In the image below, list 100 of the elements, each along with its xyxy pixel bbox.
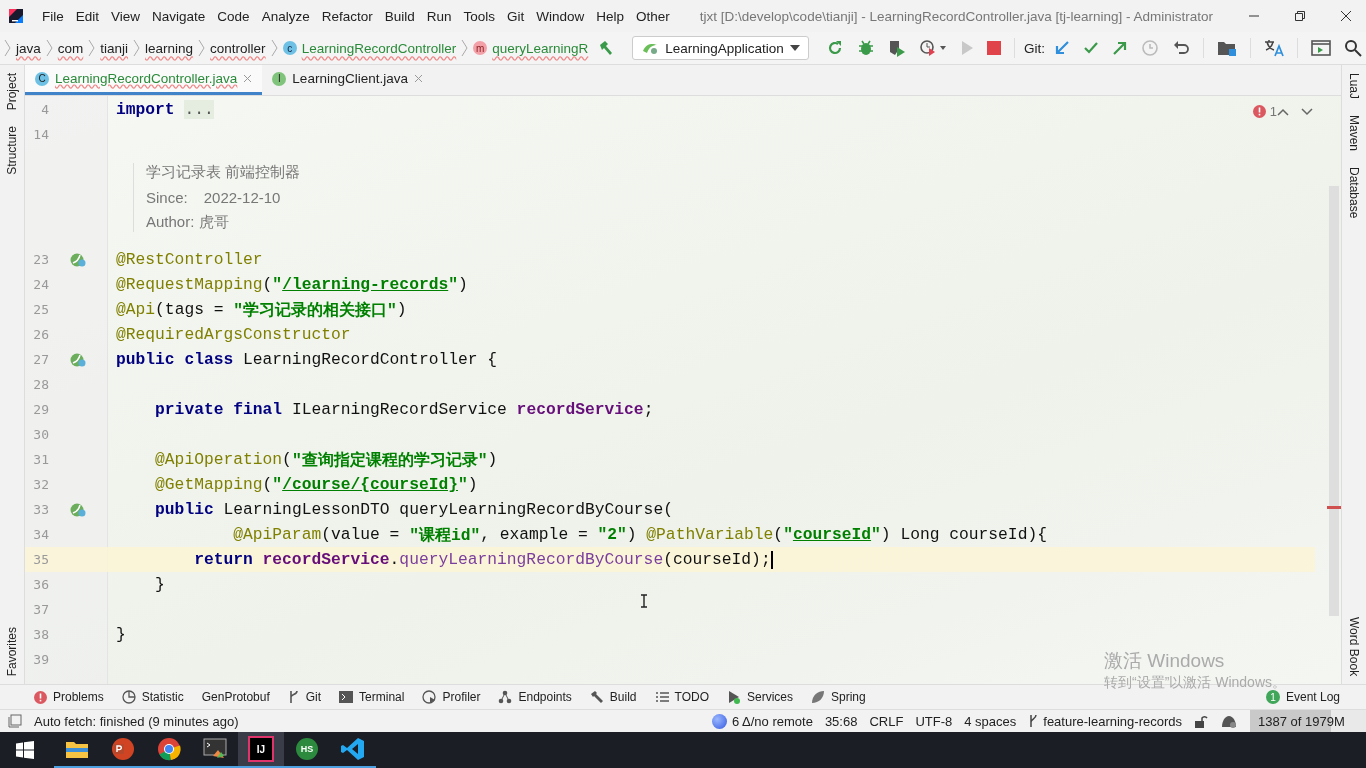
pie-chart-icon (121, 690, 136, 704)
tool-window-tab[interactable]: Favorites (0, 618, 24, 684)
menu-item[interactable]: Build (378, 8, 421, 24)
code-editor-icon (341, 737, 365, 761)
memory-indicator[interactable]: 1387 of 1979M (1250, 710, 1366, 732)
tool-window-button[interactable]: Profiler (422, 690, 481, 704)
caret-position[interactable]: 35:68 (824, 713, 858, 729)
vcs-status[interactable]: 6 Δ/no remote (711, 713, 813, 729)
menu-item[interactable]: File (36, 8, 70, 24)
file-encoding[interactable]: UTF-8 (915, 713, 953, 729)
padlock-icon[interactable] (1194, 714, 1208, 728)
up-chevron-icon[interactable] (1277, 108, 1289, 116)
menu-item[interactable]: Analyze (255, 8, 316, 24)
line-number: 34 (32, 527, 49, 542)
menu-item[interactable]: Tools (457, 8, 501, 24)
terminal-window-icon[interactable] (1310, 40, 1331, 56)
editor-tab[interactable]: C LearningRecordController.java (25, 65, 263, 95)
line-number: 35 (32, 552, 49, 567)
panel-toggle-icon[interactable] (8, 714, 22, 728)
line-number: 31 (32, 452, 49, 467)
browser-icon (157, 737, 181, 761)
code-line: @ApiOperation("查询指定课程的学习记录") (154, 449, 498, 472)
check-icon[interactable] (1082, 40, 1099, 56)
line-number: 33 (32, 502, 49, 517)
bean-icon[interactable] (70, 501, 86, 518)
push-arrow-icon[interactable] (1111, 40, 1128, 56)
down-chevron-icon[interactable] (1301, 108, 1313, 116)
bean-icon[interactable] (70, 251, 86, 268)
window-title: tjxt [D:\develop\code\tianji] - LearningRecordController.java [tj-learning] - Administrator (699, 8, 1215, 24)
run-configuration-dropdown[interactable]: LearningApplication (632, 36, 809, 60)
line-number: 28 (32, 377, 49, 392)
taskbar-button[interactable]: IJ (238, 732, 284, 768)
error-icon (34, 690, 47, 704)
scrollbar[interactable] (1329, 186, 1339, 616)
coverage-icon[interactable] (887, 39, 906, 57)
line-number: 38 (32, 627, 49, 642)
breadcrumb[interactable]: learning (145, 40, 194, 56)
indent-setting[interactable]: 4 spaces (964, 713, 1017, 729)
update-arrow-icon[interactable] (1053, 40, 1070, 56)
menu-item[interactable]: Refactor (315, 8, 379, 24)
profiler-run-icon[interactable] (918, 39, 947, 57)
tool-window-tab[interactable]: LuaJ (1342, 65, 1366, 108)
menu-item[interactable]: Edit (69, 8, 106, 24)
problems-indicator[interactable]: 1 (1252, 104, 1277, 119)
menu-item[interactable]: Run (420, 8, 458, 24)
editor-tab[interactable]: I LearningClient.java (262, 65, 433, 95)
tool-window-button[interactable]: Git (287, 690, 322, 704)
code-line: public class LearningRecordController { (116, 349, 498, 371)
ide-app-icon: IJ (248, 736, 274, 762)
error-icon (1252, 105, 1266, 118)
tool-window-tab[interactable]: Maven (1342, 107, 1366, 160)
nodes-icon (498, 690, 513, 704)
leaf-icon (811, 690, 825, 704)
restore-icon[interactable] (1294, 10, 1306, 22)
git-branch[interactable]: feature-learning-records (1028, 713, 1182, 729)
breadcrumb[interactable]: tianji (100, 40, 129, 56)
tool-window-button[interactable]: Spring (811, 690, 866, 704)
windows-start-icon[interactable] (16, 741, 34, 759)
breadcrumb[interactable]: com (57, 40, 84, 56)
line-number: 14 (32, 127, 49, 142)
tool-window-tab[interactable]: Database (1342, 159, 1366, 227)
tool-window-button[interactable]: Services (727, 690, 793, 704)
menu-item[interactable]: Help (590, 8, 631, 24)
menu-item[interactable]: Window (530, 8, 591, 24)
search-icon[interactable] (1343, 39, 1362, 57)
translate-icon[interactable] (1263, 39, 1284, 57)
terminal-icon (339, 691, 354, 703)
menu-item[interactable]: Navigate (146, 8, 212, 24)
breadcrumb[interactable]: java (16, 40, 41, 56)
tool-window-button[interactable]: Build (589, 690, 637, 704)
tool-window-tab[interactable]: Structure (0, 118, 24, 184)
taskbar-button[interactable]: HS (284, 732, 330, 768)
class-icon: c (282, 41, 297, 55)
tool-window-button[interactable]: TODO (654, 690, 709, 704)
tool-window-button[interactable]: Problems (34, 690, 104, 704)
bean-icon[interactable] (70, 351, 86, 368)
menu-item[interactable]: Code (211, 8, 256, 24)
bug-icon[interactable] (856, 39, 875, 57)
tool-window-button[interactable]: Endpoints (498, 690, 572, 704)
line-separator[interactable]: CRLF (869, 713, 904, 729)
menu-item[interactable]: Git (501, 8, 531, 24)
chevron-icon (4, 39, 11, 57)
tool-window-button[interactable]: GenProtobuf (201, 690, 270, 704)
tool-window-button[interactable]: Terminal (339, 690, 405, 704)
breadcrumb[interactable]: LearningRecordController (301, 40, 457, 56)
menu-item[interactable]: Other (630, 8, 676, 24)
code-line: @Api(tags = "学习记录的相关接口") (116, 299, 407, 322)
event-log-button[interactable]: 1 Event Log (1265, 690, 1340, 704)
chevron-icon (88, 39, 96, 57)
menu-item[interactable]: View (105, 8, 147, 24)
breadcrumb[interactable]: queryLearningR (492, 40, 589, 56)
folder-icon[interactable] (1216, 39, 1237, 57)
line-number: 23 (32, 252, 49, 267)
tool-window-tab[interactable]: Project (0, 65, 24, 119)
stop-icon[interactable] (986, 41, 1001, 55)
line-number: 24 (32, 277, 49, 292)
breadcrumb[interactable]: controller (210, 40, 266, 56)
tool-window-tab[interactable]: Word Book (1342, 608, 1366, 684)
tool-window-button[interactable]: Statistic (121, 690, 184, 704)
close-icon[interactable] (1340, 10, 1352, 22)
